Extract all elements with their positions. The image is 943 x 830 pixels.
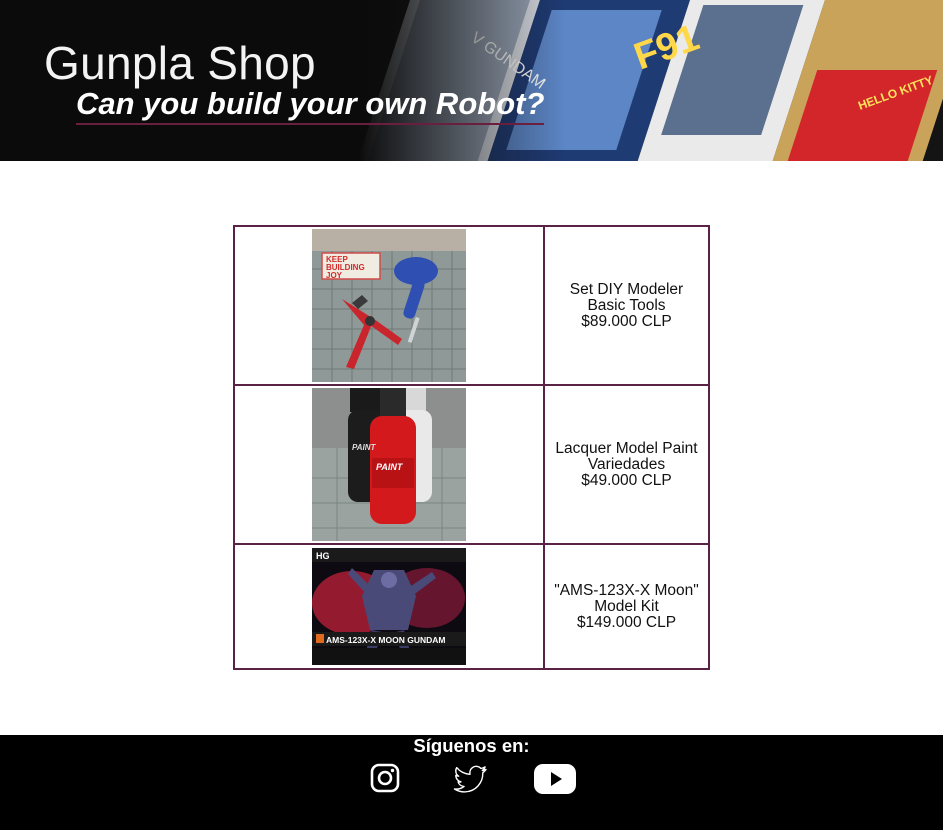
- product-name: "AMS-123X-X Moon": [554, 581, 699, 599]
- product-price: $149.000 CLP: [576, 613, 677, 631]
- product-description: Lacquer Model Paint Variedades $49.000 C…: [545, 439, 708, 489]
- product-name: Set DIY Modeler: [569, 280, 684, 298]
- product-row: PAINT PAINT Lacquer Model Paint Variedad…: [233, 384, 710, 545]
- product-info-cell: Lacquer Model Paint Variedades $49.000 C…: [543, 384, 710, 545]
- product-table: KEEP BUILDING JOY Set DIY Modeler Basic …: [233, 225, 710, 670]
- youtube-link[interactable]: [533, 762, 577, 796]
- site-title: Gunpla Shop: [44, 37, 316, 89]
- product-description: Set DIY Modeler Basic Tools $89.000 CLP: [545, 280, 708, 330]
- twitter-link[interactable]: [451, 762, 489, 798]
- product-name-line2: Model Kit: [594, 597, 659, 615]
- product-image-cell: KEEP BUILDING JOY: [233, 225, 545, 386]
- product-name: Lacquer Model Paint: [555, 439, 698, 457]
- youtube-icon: [534, 764, 576, 794]
- product-info-cell: "AMS-123X-X Moon" Model Kit $149.000 CLP: [543, 543, 710, 670]
- product-image-cell: PAINT PAINT: [233, 384, 545, 545]
- follow-us-heading: Síguenos en:: [413, 735, 530, 756]
- product-row: HG AMS-123X-X MOON GUNDAM "AMS-123X-X Mo…: [233, 543, 710, 670]
- svg-text:PAINT: PAINT: [376, 462, 404, 472]
- product-price: $49.000 CLP: [581, 471, 672, 489]
- product-name-line2: Basic Tools: [587, 296, 666, 314]
- product-info-cell: Set DIY Modeler Basic Tools $89.000 CLP: [543, 225, 710, 386]
- svg-text:AMS-123X-X MOON GUNDAM: AMS-123X-X MOON GUNDAM: [326, 635, 445, 645]
- twitter-icon: [453, 765, 487, 793]
- product-price: $89.000 CLP: [581, 312, 672, 330]
- site-header: F91 V GUNDAM HELLO KITTY Gunpla Shop Can…: [0, 0, 943, 161]
- svg-text:JOY: JOY: [326, 271, 343, 280]
- product-image-tools[interactable]: KEEP BUILDING JOY: [312, 229, 466, 382]
- product-description: "AMS-123X-X Moon" Model Kit $149.000 CLP: [545, 581, 708, 631]
- svg-text:HG: HG: [316, 551, 330, 561]
- product-image-paints[interactable]: PAINT PAINT: [312, 388, 466, 541]
- instagram-link[interactable]: [369, 762, 401, 794]
- product-image-moon-gundam[interactable]: HG AMS-123X-X MOON GUNDAM: [312, 548, 466, 665]
- product-row: KEEP BUILDING JOY Set DIY Modeler Basic …: [233, 225, 710, 386]
- svg-text:PAINT: PAINT: [352, 443, 377, 452]
- product-image-cell: HG AMS-123X-X MOON GUNDAM: [233, 543, 545, 670]
- product-name-line2: Variedades: [587, 455, 666, 473]
- instagram-icon: [370, 763, 400, 793]
- site-footer: Síguenos en:: [0, 735, 943, 830]
- site-subtitle: Can you build your own Robot?: [76, 86, 545, 125]
